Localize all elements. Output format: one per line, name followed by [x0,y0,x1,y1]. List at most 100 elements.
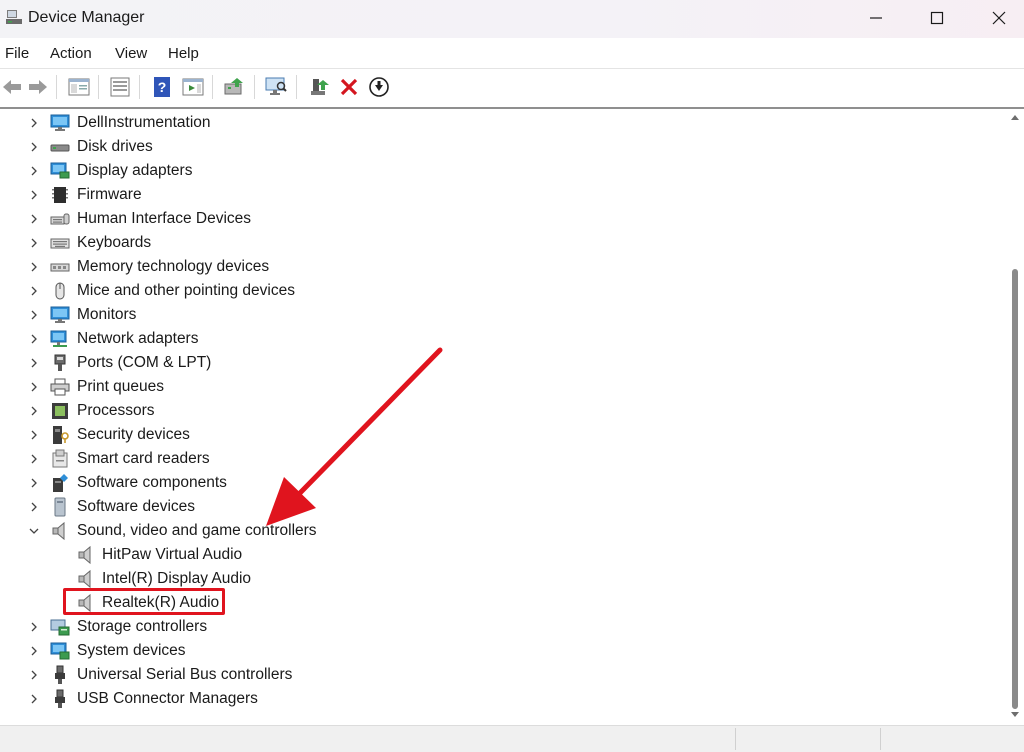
scroll-up-icon[interactable] [1010,113,1020,121]
forward-arrow-icon [29,80,47,94]
tree-child-realtek-r-audio[interactable]: Realtek(R) Audio [0,591,1000,615]
status-divider [735,728,736,750]
tree-item-usb-connector-managers[interactable]: USB Connector Managers [0,687,1000,711]
tree-item-firmware[interactable]: Firmware [0,183,1000,207]
chevron-right-icon[interactable] [26,115,42,131]
scrollbar-thumb[interactable] [1012,269,1018,709]
properties-button[interactable] [108,75,132,99]
action-pane-icon [182,78,204,96]
chevron-right-icon[interactable] [26,499,42,515]
chevron-right-icon[interactable] [26,283,42,299]
chevron-right-icon[interactable] [26,667,42,683]
tree-item-label: Mice and other pointing devices [77,282,295,299]
enable-device-button[interactable] [307,75,331,99]
tree-item-software-devices[interactable]: Software devices [0,495,1000,519]
maximize-button[interactable] [906,0,968,36]
tree-item-memory-technology-devices[interactable]: Memory technology devices [0,255,1000,279]
tree-item-system-devices[interactable]: System devices [0,639,1000,663]
chevron-right-icon[interactable] [26,331,42,347]
tree-child-label: HitPaw Virtual Audio [102,546,243,563]
tree-item-software-components[interactable]: Software components [0,471,1000,495]
tree-item-label: USB Connector Managers [77,690,258,707]
toolbar-separator [296,75,297,99]
tree-item-monitors[interactable]: Monitors [0,303,1000,327]
tree-item-network-adapters[interactable]: Network adapters [0,327,1000,351]
minimize-icon [870,17,882,19]
menu-action[interactable]: Action [50,45,92,62]
tree-item-processors[interactable]: Processors [0,399,1000,423]
back-button[interactable] [0,75,24,99]
chevron-right-icon[interactable] [26,187,42,203]
tree-item-human-interface-devices[interactable]: Human Interface Devices [0,207,1000,231]
enable-device-icon [311,79,329,95]
show-hide-tree-button[interactable] [67,75,91,99]
chevron-right-icon[interactable] [26,259,42,275]
scan-hardware-button[interactable] [264,75,288,99]
chevron-right-icon[interactable] [26,139,42,155]
chevron-right-icon[interactable] [26,379,42,395]
tree-item-label: Software devices [77,498,196,515]
chevron-right-icon[interactable] [26,451,42,467]
tree-item-dellinstrumentation[interactable]: DellInstrumentation [0,111,1000,135]
chevron-right-icon[interactable] [26,643,42,659]
security-device-icon [50,425,70,445]
menu-view[interactable]: View [115,45,147,62]
menu-help[interactable]: Help [168,45,199,62]
speaker-icon [76,593,96,613]
tree-item-label: Memory technology devices [77,258,270,275]
tree-item-label: Firmware [77,186,142,203]
tree-item-sound-video-and-game-controllers[interactable]: Sound, video and game controllers [0,519,1000,543]
disable-device-icon [369,77,389,97]
speaker-icon [76,545,96,565]
device-manager-app-icon [6,10,22,24]
keyboard-icon [50,233,70,253]
tree-item-smart-card-readers[interactable]: Smart card readers [0,447,1000,471]
menu-file[interactable]: File [5,45,29,62]
tree-item-storage-controllers[interactable]: Storage controllers [0,615,1000,639]
tree-item-print-queues[interactable]: Print queues [0,375,1000,399]
tree-item-label: System devices [77,642,186,659]
tree-child-label: Realtek(R) Audio [102,594,220,611]
tree-item-universal-serial-bus-controllers[interactable]: Universal Serial Bus controllers [0,663,1000,687]
chevron-right-icon[interactable] [26,475,42,491]
vertical-scrollbar[interactable] [1006,109,1024,724]
forward-button[interactable] [26,75,50,99]
chevron-right-icon[interactable] [26,211,42,227]
uninstall-device-button[interactable] [337,75,361,99]
mouse-icon [50,281,70,301]
chevron-right-icon[interactable] [26,427,42,443]
chevron-right-icon[interactable] [26,619,42,635]
svg-text:?: ? [158,79,167,95]
tree-item-ports-com-lpt[interactable]: Ports (COM & LPT) [0,351,1000,375]
chevron-right-icon[interactable] [26,355,42,371]
update-driver-button[interactable] [222,75,246,99]
chevron-right-icon[interactable] [26,691,42,707]
tree-child-hitpaw-virtual-audio[interactable]: HitPaw Virtual Audio [0,543,1000,567]
window-title: Device Manager [28,9,145,26]
device-tree: DellInstrumentation Disk drives Display ad… [0,109,1006,724]
scroll-down-icon[interactable] [1010,711,1020,719]
tree-child-label: Intel(R) Display Audio [102,570,252,587]
port-icon [50,353,70,373]
chevron-down-icon[interactable] [26,523,42,539]
status-divider [880,728,881,750]
action-pane-button[interactable] [181,75,205,99]
tree-item-security-devices[interactable]: Security devices [0,423,1000,447]
printer-icon [50,377,70,397]
chevron-right-icon[interactable] [26,307,42,323]
tree-item-mice-and-other-pointing-devices[interactable]: Mice and other pointing devices [0,279,1000,303]
tree-child-intel-r-display-audio[interactable]: Intel(R) Display Audio [0,567,1000,591]
help-button[interactable]: ? [150,75,174,99]
chevron-right-icon[interactable] [26,163,42,179]
chevron-right-icon[interactable] [26,235,42,251]
chevron-right-icon[interactable] [26,403,42,419]
tree-item-label: Smart card readers [77,450,210,467]
minimize-button[interactable] [845,0,907,36]
tree-item-display-adapters[interactable]: Display adapters [0,159,1000,183]
tree-item-keyboards[interactable]: Keyboards [0,231,1000,255]
toolbar-separator [212,75,213,99]
close-button[interactable] [968,0,1024,36]
menu-bar: File Action View Help [0,38,1024,69]
disable-device-button[interactable] [367,75,391,99]
tree-item-disk-drives[interactable]: Disk drives [0,135,1000,159]
